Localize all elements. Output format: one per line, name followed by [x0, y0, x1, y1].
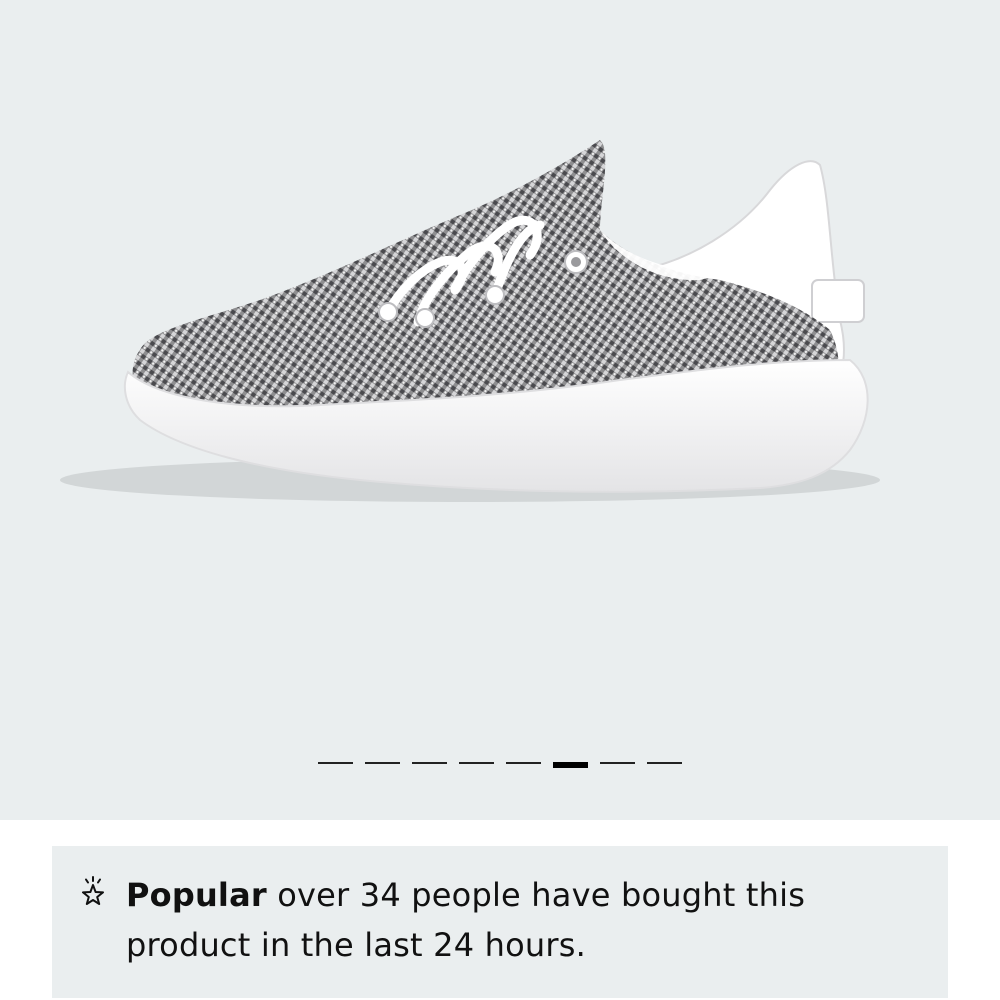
carousel-dot-5[interactable] — [506, 762, 541, 764]
carousel-dot-1[interactable] — [318, 762, 353, 764]
popular-message: Popular over 34 people have bought this … — [126, 870, 926, 970]
carousel-dot-6[interactable] — [553, 762, 588, 768]
carousel-dot-4[interactable] — [459, 762, 494, 764]
sparkle-star-icon — [82, 876, 104, 905]
carousel-dot-7[interactable] — [600, 762, 635, 764]
carousel-dot-2[interactable] — [365, 762, 400, 764]
carousel-indicator — [318, 760, 682, 770]
product-image-gallery[interactable] — [0, 0, 1000, 820]
carousel-dot-8[interactable] — [647, 762, 682, 764]
product-image — [60, 140, 880, 502]
popular-label: Popular — [126, 876, 267, 914]
carousel-dot-3[interactable] — [412, 762, 447, 764]
popular-banner: Popular over 34 people have bought this … — [52, 846, 948, 998]
